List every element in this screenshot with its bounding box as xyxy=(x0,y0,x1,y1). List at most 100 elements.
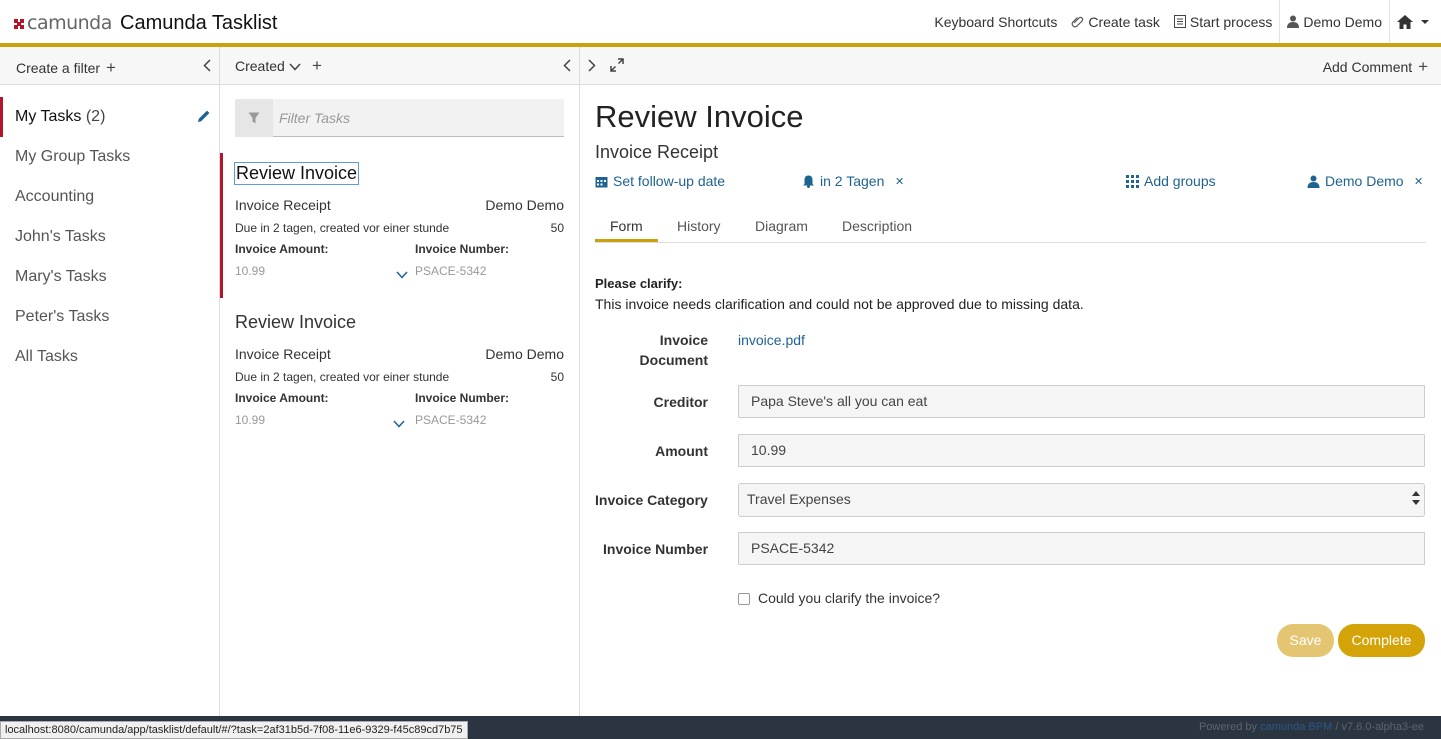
selected-option: Travel Expenses xyxy=(747,491,851,507)
invoice-number-field[interactable]: PSACE-5342 xyxy=(738,532,1425,565)
add-groups-label: Add groups xyxy=(1144,173,1216,189)
assignee-link[interactable]: Demo Demo xyxy=(1307,173,1404,189)
save-button[interactable]: Save xyxy=(1277,624,1334,657)
pencil-icon[interactable] xyxy=(197,109,211,123)
process-definition-name: Invoice Receipt xyxy=(595,142,719,162)
invoice-number-label: Invoice Number xyxy=(603,541,709,557)
user-menu[interactable]: Demo Demo xyxy=(1280,0,1389,43)
variable-value: PSACE-5342 xyxy=(415,413,487,427)
chevron-down-icon[interactable] xyxy=(393,420,405,428)
task-detail-header: Add Comment + xyxy=(580,47,1441,85)
add-comment-label: Add Comment xyxy=(1322,59,1413,75)
filter-item-label: My Group Tasks xyxy=(15,148,131,165)
task-detail-column: Add Comment + Review Invoice Invoice Rec… xyxy=(580,47,1441,716)
task-priority: 50 xyxy=(550,221,564,235)
filter-item-label: Accounting xyxy=(15,188,95,205)
creditor-field[interactable]: Papa Steve's all you can eat xyxy=(738,385,1425,418)
creditor-label: Creditor xyxy=(653,394,708,410)
invoice-category-label: Invoice Category xyxy=(595,492,708,508)
start-process-link[interactable]: Start process xyxy=(1167,0,1279,43)
task-assignee: Demo Demo xyxy=(485,197,564,213)
keyboard-shortcuts-link[interactable]: Keyboard Shortcuts xyxy=(927,0,1064,43)
label-line: Document xyxy=(639,352,708,368)
add-comment-button[interactable]: Add Comment + xyxy=(1323,57,1428,77)
browser-status-bar: localhost:8080/camunda/app/tasklist/defa… xyxy=(0,721,468,739)
camunda-logo[interactable]: camunda xyxy=(14,12,112,34)
filter-funnel-icon[interactable] xyxy=(235,99,273,137)
add-sorting-plus-icon[interactable]: + xyxy=(312,56,322,76)
filter-item-peters-tasks[interactable]: Peter's Tasks xyxy=(0,297,219,337)
variable-label: Invoice Amount: xyxy=(235,391,329,405)
clarify-checkbox[interactable] xyxy=(738,593,750,605)
variable-label: Invoice Amount: xyxy=(235,242,329,256)
task-list-header: Created + xyxy=(220,47,579,85)
invoice-document-link[interactable]: invoice.pdf xyxy=(738,332,805,348)
filter-column: Create a filter + My Tasks (2) My Group … xyxy=(0,47,220,716)
powered-by-label: Powered by xyxy=(1198,721,1258,733)
version-label: / v7.6.0-alpha3-ee xyxy=(1335,721,1424,733)
app-title: Camunda Tasklist xyxy=(120,12,278,34)
task-card[interactable]: Review Invoice Invoice Receipt Demo Demo… xyxy=(220,302,580,447)
app-header: camunda Camunda Tasklist Keyboard Shortc… xyxy=(0,0,1441,47)
task-card[interactable]: Review Invoice Invoice Receipt Demo Demo… xyxy=(220,153,580,298)
variable-value: 10.99 xyxy=(235,413,266,427)
task-process-name: Invoice Receipt xyxy=(235,197,331,213)
due-date-link[interactable]: in 2 Tagen xyxy=(802,173,884,189)
variable-label: Invoice Number: xyxy=(415,242,510,256)
filter-column-header: Create a filter + xyxy=(0,47,219,85)
unclaim-close-icon[interactable]: ✕ xyxy=(1414,175,1423,188)
complete-button[interactable]: Complete xyxy=(1338,624,1425,657)
create-filter-button[interactable]: Create a filter + xyxy=(16,58,116,78)
paperclip-icon xyxy=(1071,16,1084,28)
task-tabs: Form History Diagram Description xyxy=(595,209,1426,243)
sort-dropdown[interactable]: Created xyxy=(235,58,301,74)
filter-item-label: John's Tasks xyxy=(15,228,106,245)
plus-icon: + xyxy=(1418,57,1428,76)
add-groups-link[interactable]: Add groups xyxy=(1126,173,1216,189)
chevron-right-icon[interactable] xyxy=(588,59,596,72)
chevron-left-icon[interactable] xyxy=(203,59,211,72)
filter-item-all-tasks[interactable]: All Tasks xyxy=(0,337,219,377)
follow-up-label: Set follow-up date xyxy=(613,173,726,189)
home-icon xyxy=(1397,14,1413,29)
variable-value: PSACE-5342 xyxy=(415,264,487,278)
tab-description[interactable]: Description xyxy=(842,218,912,234)
tab-form[interactable]: Form xyxy=(610,218,643,234)
logo-text: camunda xyxy=(27,12,112,34)
calendar-icon xyxy=(595,176,608,187)
remove-due-date-close-icon[interactable]: ✕ xyxy=(895,175,904,188)
tab-history[interactable]: History xyxy=(677,218,721,234)
select-arrows-icon xyxy=(1412,491,1420,505)
sort-label: Created xyxy=(235,58,285,74)
filter-item-accounting[interactable]: Accounting xyxy=(0,177,219,217)
bell-icon xyxy=(803,175,814,188)
footer-text: Powered by camunda BPM / v7.6.0-alpha3-e… xyxy=(1199,721,1424,733)
filter-item-johns-tasks[interactable]: John's Tasks xyxy=(0,217,219,257)
clarify-checkbox-label: Could you clarify the invoice? xyxy=(758,590,941,606)
chevron-down-icon[interactable] xyxy=(396,271,408,279)
set-follow-up-date-link[interactable]: Set follow-up date xyxy=(595,173,725,189)
create-task-link[interactable]: Create task xyxy=(1064,0,1167,43)
list-alt-icon xyxy=(1173,15,1186,28)
amount-field[interactable]: 10.99 xyxy=(738,434,1425,467)
task-search xyxy=(235,99,564,137)
active-tab-indicator xyxy=(595,239,658,242)
filter-item-label: All Tasks xyxy=(15,348,78,365)
task-process-name: Invoice Receipt xyxy=(235,346,331,362)
tab-diagram[interactable]: Diagram xyxy=(755,218,808,234)
search-input[interactable] xyxy=(279,99,559,137)
filter-item-count: (2) xyxy=(85,108,106,125)
camunda-bpm-link[interactable]: camunda BPM xyxy=(1260,721,1332,733)
task-due-text: Due in 2 tagen, created vor einer stunde xyxy=(235,221,450,235)
task-priority: 50 xyxy=(550,370,564,384)
filter-item-label: Mary's Tasks xyxy=(15,268,107,285)
home-menu[interactable] xyxy=(1390,0,1441,43)
filter-item-my-group-tasks[interactable]: My Group Tasks xyxy=(0,137,219,177)
chevron-left-icon[interactable] xyxy=(563,59,571,72)
camunda-logo-icon xyxy=(14,19,24,29)
filter-item-my-tasks[interactable]: My Tasks (2) xyxy=(0,97,219,137)
keyboard-shortcuts-label: Keyboard Shortcuts xyxy=(934,13,1058,30)
filter-item-marys-tasks[interactable]: Mary's Tasks xyxy=(0,257,219,297)
invoice-category-select[interactable]: Travel Expenses xyxy=(738,483,1425,517)
expand-icon[interactable] xyxy=(610,58,624,72)
